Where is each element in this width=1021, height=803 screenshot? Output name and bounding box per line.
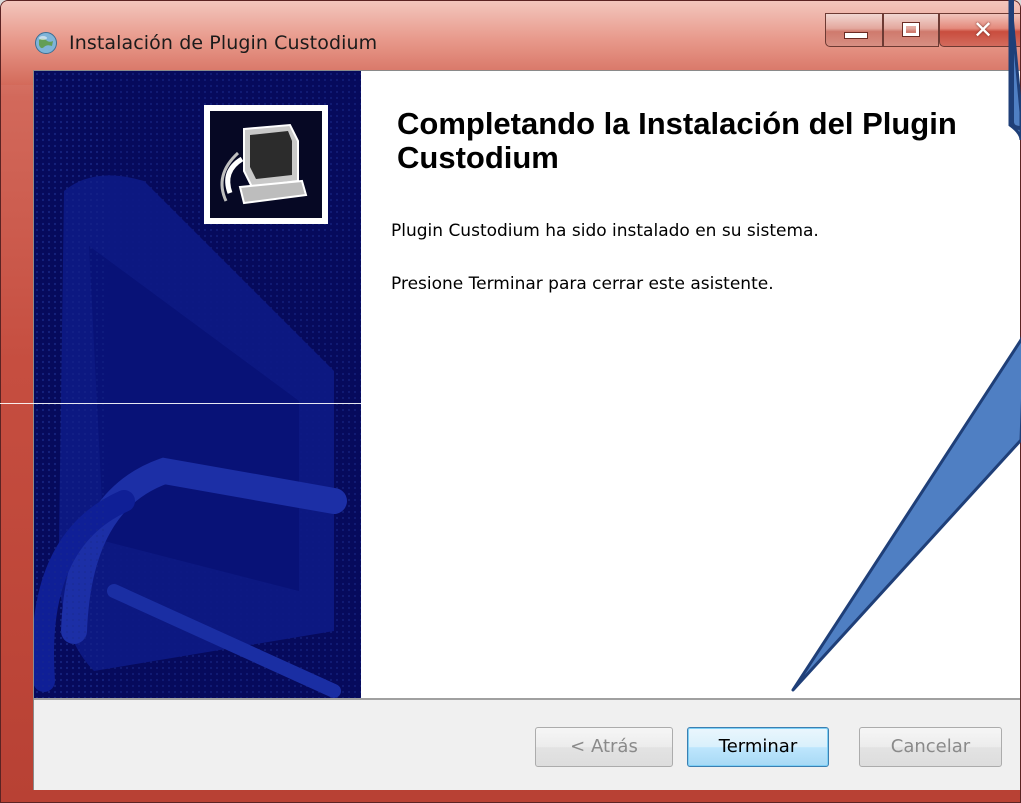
back-button[interactable]: < Atrás: [535, 727, 673, 767]
wizard-banner-image: [34, 71, 361, 698]
maximize-icon: [902, 22, 920, 37]
minimize-button[interactable]: [825, 13, 883, 47]
minimize-icon: [844, 32, 868, 39]
wizard-footer: < Atrás Terminar Cancelar: [34, 700, 1020, 790]
maximize-button[interactable]: [883, 13, 939, 47]
installed-message: Plugin Custodium ha sido instalado en su…: [391, 221, 819, 241]
installer-globe-icon: [34, 31, 58, 55]
finish-button[interactable]: Terminar: [687, 727, 829, 767]
wizard-client-area: Completando la Instalación del Plugin Cu…: [33, 70, 1020, 790]
cancel-button[interactable]: Cancelar: [859, 727, 1002, 767]
window-title: Instalación de Plugin Custodium: [69, 32, 378, 54]
finish-instruction: Presione Terminar para cerrar este asist…: [391, 274, 774, 294]
close-button[interactable]: ✕: [939, 13, 1020, 47]
close-icon: ✕: [973, 16, 994, 44]
installer-window: Instalación de Plugin Custodium ✕ Comple…: [0, 0, 1021, 803]
installer-computer-icon: [204, 105, 328, 224]
caption-buttons: ✕: [819, 13, 1020, 49]
scan-artifact-line: [0, 403, 390, 404]
completion-heading: Completando la Instalación del Plugin Cu…: [397, 106, 957, 175]
wizard-content: Completando la Instalación del Plugin Cu…: [361, 71, 1020, 698]
